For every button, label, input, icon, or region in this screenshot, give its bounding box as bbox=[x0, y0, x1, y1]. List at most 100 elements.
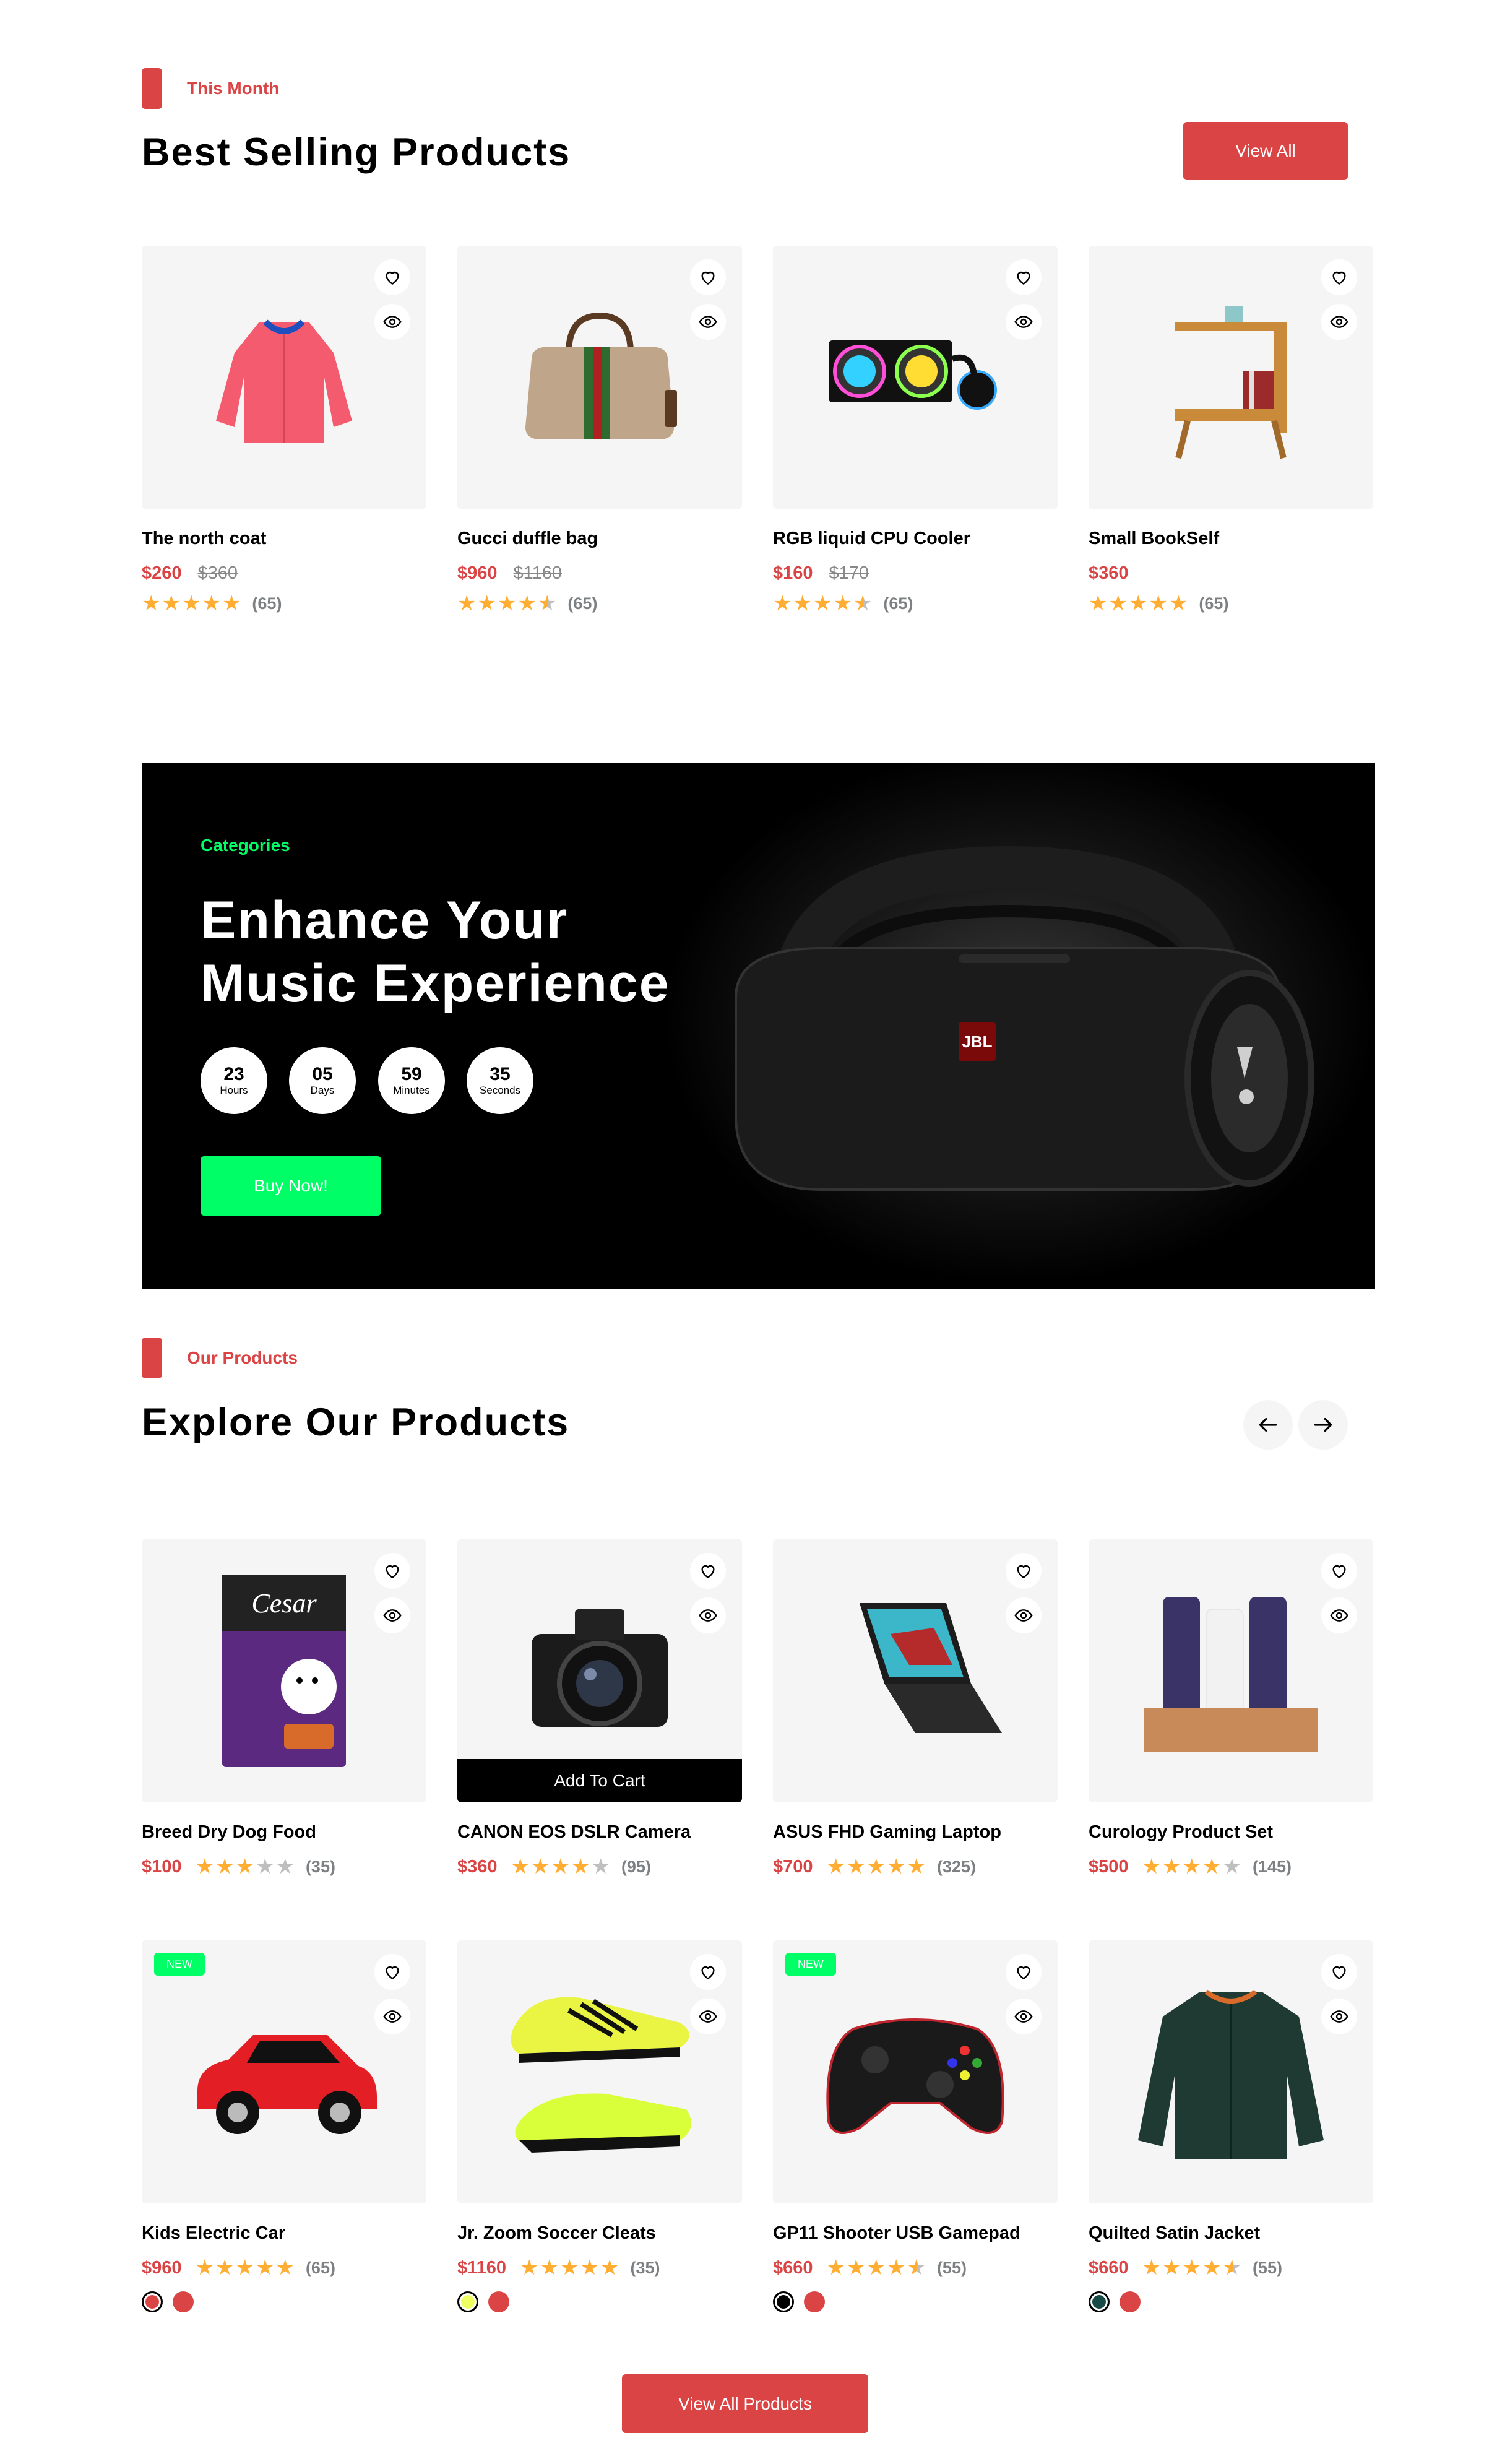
rating-row: ★ ★ ★ ★ ★ (55) bbox=[827, 2257, 967, 2278]
new-badge: NEW bbox=[154, 1953, 205, 1976]
product-image-area[interactable]: NEW bbox=[773, 1940, 1058, 2203]
wishlist-button[interactable] bbox=[1006, 1954, 1042, 1990]
timer-days: 05 Days bbox=[289, 1047, 356, 1114]
wishlist-button[interactable] bbox=[1321, 1954, 1357, 1990]
product-card[interactable]: Cesar Breed Dry Dog Food $100 ★ ★ ★ ★ ★ (35) bbox=[142, 1539, 426, 1878]
star-icon: ★ bbox=[826, 2256, 845, 2280]
product-image-area[interactable] bbox=[773, 1539, 1058, 1802]
quick-view-button[interactable] bbox=[374, 1999, 410, 2034]
star-icon: ★ bbox=[886, 2256, 906, 2280]
view-all-products-button[interactable]: View All Products bbox=[622, 2374, 868, 2433]
wishlist-button[interactable] bbox=[374, 1553, 410, 1589]
quick-view-button[interactable] bbox=[1321, 1597, 1357, 1633]
soccer-cleats-image bbox=[511, 1997, 691, 2153]
buy-now-button[interactable]: Buy Now! bbox=[201, 1156, 381, 1216]
star-icon: ★ bbox=[773, 592, 792, 615]
wishlist-button[interactable] bbox=[690, 259, 726, 295]
product-card[interactable]: Gucci duffle bag $960 $1160 ★ ★ ★ ★ ★ (65) bbox=[457, 246, 742, 614]
product-image-area[interactable]: Cesar bbox=[142, 1539, 426, 1802]
color-swatch[interactable] bbox=[1089, 2291, 1110, 2312]
eye-icon bbox=[699, 2010, 717, 2023]
star-icon: ★ bbox=[1222, 2256, 1241, 2280]
banner-title-line1: Enhance Your bbox=[201, 891, 569, 950]
product-image-area[interactable]: Add To Cart bbox=[457, 1539, 742, 1802]
product-price: $960 bbox=[142, 2257, 182, 2278]
product-name[interactable]: Small BookSelf bbox=[1089, 529, 1373, 551]
quick-view-button[interactable] bbox=[690, 1597, 726, 1633]
product-card[interactable]: The north coat $260 $360 ★ ★ ★ ★ ★ (65) bbox=[142, 246, 426, 614]
product-image-area[interactable] bbox=[1089, 1539, 1373, 1802]
wishlist-button[interactable] bbox=[1321, 259, 1357, 295]
star-rating: ★ ★ ★ ★ ★ bbox=[773, 593, 873, 614]
wishlist-button[interactable] bbox=[1006, 259, 1042, 295]
wishlist-button[interactable] bbox=[374, 1954, 410, 1990]
product-image-area[interactable] bbox=[1089, 246, 1373, 509]
star-icon: ★ bbox=[1142, 1855, 1161, 1878]
product-image-area[interactable] bbox=[773, 246, 1058, 509]
color-swatch[interactable] bbox=[488, 2291, 509, 2312]
quick-view-button[interactable] bbox=[1006, 1597, 1042, 1633]
quick-view-button[interactable] bbox=[374, 1597, 410, 1633]
color-swatch[interactable] bbox=[773, 2291, 794, 2312]
product-image-area[interactable] bbox=[142, 246, 426, 509]
quick-view-button[interactable] bbox=[1321, 304, 1357, 340]
view-all-button[interactable]: View All bbox=[1183, 122, 1348, 180]
laptop-image bbox=[860, 1602, 1002, 1733]
color-swatch[interactable] bbox=[457, 2291, 478, 2312]
product-card[interactable]: Quilted Satin Jacket $660 ★ ★ ★ ★ ★ (55) bbox=[1089, 1940, 1373, 2312]
quick-view-button[interactable] bbox=[1006, 304, 1042, 340]
banner-title-line2: Music Experience bbox=[201, 954, 670, 1013]
product-card[interactable]: ASUS FHD Gaming Laptop $700 ★ ★ ★ ★ ★ (325) bbox=[773, 1539, 1058, 1878]
product-name[interactable]: Curology Product Set bbox=[1089, 1822, 1373, 1844]
wishlist-button[interactable] bbox=[690, 1553, 726, 1589]
product-card[interactable]: Curology Product Set $500 ★ ★ ★ ★ ★ (145) bbox=[1089, 1539, 1373, 1878]
wishlist-button[interactable] bbox=[690, 1954, 726, 1990]
star-icon: ★ bbox=[907, 2256, 926, 2280]
eye-icon bbox=[699, 1609, 717, 1622]
wishlist-button[interactable] bbox=[1321, 1553, 1357, 1589]
product-image-area[interactable] bbox=[1089, 1940, 1373, 2203]
product-image-area[interactable]: NEW bbox=[142, 1940, 426, 2203]
quick-view-button[interactable] bbox=[374, 304, 410, 340]
quick-view-button[interactable] bbox=[690, 304, 726, 340]
color-swatch[interactable] bbox=[173, 2291, 194, 2312]
wishlist-button[interactable] bbox=[1006, 1553, 1042, 1589]
star-icon: ★ bbox=[255, 2256, 275, 2280]
product-name[interactable]: Breed Dry Dog Food bbox=[142, 1822, 426, 1844]
product-name[interactable]: ASUS FHD Gaming Laptop bbox=[773, 1822, 1058, 1844]
product-name[interactable]: The north coat bbox=[142, 529, 426, 551]
color-swatch[interactable] bbox=[804, 2291, 825, 2312]
product-price: $960 bbox=[457, 563, 498, 583]
product-name[interactable]: Gucci duffle bag bbox=[457, 529, 742, 551]
product-name[interactable]: GP11 Shooter USB Gamepad bbox=[773, 2223, 1058, 2246]
product-card[interactable]: RGB liquid CPU Cooler $160 $170 ★ ★ ★ ★ ★ (65) bbox=[773, 246, 1058, 614]
product-name[interactable]: Jr. Zoom Soccer Cleats bbox=[457, 2223, 742, 2246]
prev-arrow-button[interactable] bbox=[1243, 1400, 1293, 1450]
bookshelf-image bbox=[1175, 306, 1287, 459]
wishlist-button[interactable] bbox=[374, 259, 410, 295]
product-name[interactable]: Kids Electric Car bbox=[142, 2223, 426, 2246]
product-image-area[interactable] bbox=[457, 1940, 742, 2203]
color-swatch[interactable] bbox=[1120, 2291, 1141, 2312]
product-card[interactable]: Small BookSelf $360 ★ ★ ★ ★ ★ (65) bbox=[1089, 246, 1373, 614]
star-icon: ★ bbox=[162, 592, 181, 615]
star-rating: ★ ★ ★ ★ ★ bbox=[196, 2257, 296, 2278]
product-name[interactable]: Quilted Satin Jacket bbox=[1089, 2223, 1373, 2246]
add-to-cart-button[interactable]: Add To Cart bbox=[457, 1759, 742, 1802]
quick-view-button[interactable] bbox=[690, 1999, 726, 2034]
review-count: (35) bbox=[630, 2258, 660, 2277]
product-card[interactable]: Add To Cart CANON EOS DSLR Camera $360 ★ ★ ★ ★… bbox=[457, 1539, 742, 1878]
color-swatch[interactable] bbox=[142, 2291, 163, 2312]
product-card[interactable]: NEW Kids Electric Car $960 ★ ★ ★ ★ ★ (65) bbox=[142, 1940, 426, 2312]
product-card[interactable]: Jr. Zoom Soccer Cleats $1160 ★ ★ ★ ★ ★ (35) bbox=[457, 1940, 742, 2312]
price-row: $660 ★ ★ ★ ★ ★ (55) bbox=[773, 2257, 1058, 2279]
product-name[interactable]: RGB liquid CPU Cooler bbox=[773, 529, 1058, 551]
product-name[interactable]: CANON EOS DSLR Camera bbox=[457, 1822, 742, 1844]
quick-view-button[interactable] bbox=[1321, 1999, 1357, 2034]
star-icon: ★ bbox=[1149, 592, 1168, 615]
next-arrow-button[interactable] bbox=[1298, 1400, 1348, 1450]
quick-view-button[interactable] bbox=[1006, 1999, 1042, 2034]
product-image-area[interactable] bbox=[457, 246, 742, 509]
product-card[interactable]: NEW GP11 Shooter USB Gamepad $660 ★ ★ ★ ★ ★ (55) bbox=[773, 1940, 1058, 2312]
timer-label: Seconds bbox=[479, 1084, 521, 1096]
